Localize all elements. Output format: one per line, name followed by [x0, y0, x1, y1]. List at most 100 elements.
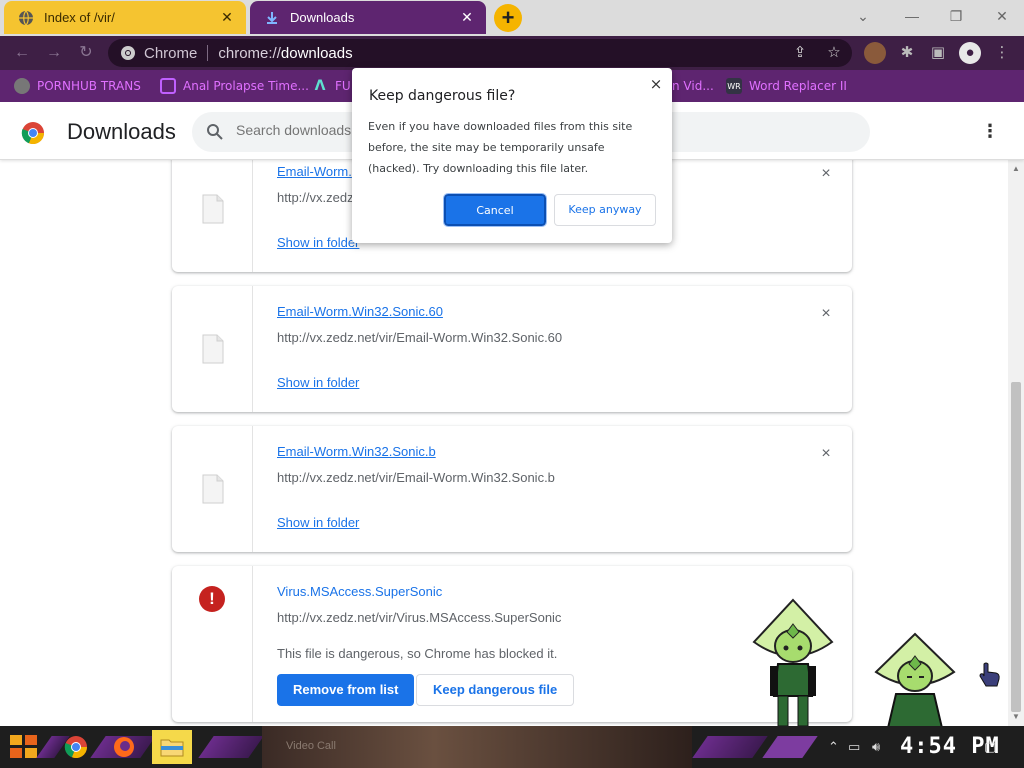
download-filename[interactable]: Email-Worm.Win32.Sonic.60 [277, 304, 443, 319]
profile-icon[interactable]: ● [959, 42, 981, 64]
globe-icon [18, 10, 34, 26]
download-url: http://vx.zedz.net/vir/Email-Worm.Win32.… [277, 470, 555, 485]
close-icon[interactable]: × [648, 75, 664, 93]
globe-icon [14, 78, 30, 94]
extension-avatar-icon[interactable] [864, 42, 886, 64]
bookmark-item[interactable]: n Vid... [672, 77, 714, 95]
more-options-icon[interactable]: ⋮ [979, 120, 1001, 142]
tab-downloads[interactable]: Downloads ✕ [250, 1, 486, 34]
bookmark-label: FU [335, 79, 351, 93]
download-url: http://vx.zedz.net/vir/Virus.MSAccess.Su… [277, 610, 562, 625]
extension-icon: WR [726, 78, 742, 94]
taskbar: Video Call ⌃ ▭ 🔊︎ 4:54 PM ▢ [0, 726, 1024, 768]
close-icon[interactable]: × [818, 166, 834, 182]
show-in-folder-link[interactable]: Show in folder [277, 375, 359, 390]
tab-strip: Index of /vir/ ✕ Downloads ✕ + ⌄ — ❐ ✕ [0, 0, 1024, 36]
keep-dangerous-file-button[interactable]: Keep dangerous file [416, 674, 575, 706]
bookmark-item[interactable]: Λ FU [312, 77, 351, 95]
chrome-logo-icon [21, 122, 45, 145]
chrome-icon [121, 46, 135, 60]
download-filename[interactable]: Email-Worm. [277, 164, 352, 179]
download-filename[interactable]: Email-Worm.Win32.Sonic.b [277, 444, 436, 459]
show-in-folder-link[interactable]: Show in folder [277, 235, 359, 250]
download-url: http://vx.zedz.net/vir/Email-Worm.Win32.… [277, 330, 563, 345]
dialog-title: Keep dangerous file? [369, 88, 516, 104]
bookmark-label: Word Replacer II [749, 79, 847, 93]
window-close-icon[interactable]: ✕ [990, 5, 1014, 27]
downloads-list: Email-Worm. http://vx.zedz Show in folde… [0, 160, 1008, 726]
download-filename: Virus.MSAccess.SuperSonic [277, 584, 443, 599]
danger-status-text: This file is dangerous, so Chrome has bl… [277, 646, 558, 661]
chevron-up-icon[interactable]: ⌃ [828, 739, 839, 755]
close-icon[interactable]: × [818, 306, 834, 322]
show-in-folder-link[interactable]: Show in folder [277, 515, 359, 530]
remove-from-list-button[interactable]: Remove from list [277, 674, 415, 706]
keep-anyway-button[interactable]: Keep anyway [554, 194, 656, 226]
dialog-body: Even if you have downloaded files from t… [368, 120, 633, 175]
taskbar-stripe [198, 736, 264, 758]
hand-cursor-icon [979, 662, 1000, 687]
bookmark-icon: Λ [314, 78, 326, 94]
download-url: http://vx.zedz [277, 190, 354, 205]
browser-toolbar: ← → ↻ Chrome chrome://downloads ⇪ ☆ ✱ ▣ … [0, 36, 1024, 70]
download-card: Email-Worm.Win32.Sonic.b http://vx.zedz.… [172, 426, 852, 552]
close-icon[interactable]: × [818, 446, 834, 462]
bookmark-label: n Vid... [672, 79, 714, 93]
cancel-button[interactable]: Cancel [443, 193, 547, 227]
menu-icon[interactable]: ⋮ [991, 42, 1013, 64]
bookmark-item[interactable]: PORNHUB TRANS [14, 77, 141, 95]
puzzle-icon[interactable]: ✱ [896, 42, 918, 64]
file-icon [202, 474, 224, 504]
download-icon [264, 10, 280, 26]
forward-icon[interactable]: → [42, 41, 66, 65]
search-icon [207, 124, 223, 140]
volume-icon[interactable]: 🔊︎ [872, 739, 880, 755]
taskbar-stripe [762, 736, 818, 758]
bookmark-item[interactable]: WR Word Replacer II [726, 77, 847, 95]
share-icon[interactable]: ⇪ [790, 43, 810, 63]
keep-dangerous-file-dialog: Keep dangerous file? × Even if you have … [352, 68, 672, 243]
back-icon[interactable]: ← [10, 41, 34, 65]
scroll-thumb[interactable] [1011, 382, 1021, 712]
star-icon[interactable]: ☆ [824, 43, 844, 63]
file-icon [202, 334, 224, 364]
card-icon-column [172, 286, 253, 412]
taskbar-stripe [692, 736, 768, 758]
restore-icon[interactable]: ❐ [944, 5, 968, 27]
address-bar[interactable]: Chrome chrome://downloads ⇪ ☆ [108, 39, 852, 67]
scroll-up-icon[interactable]: ▲ [1012, 164, 1020, 173]
omnibox-chip: Chrome [144, 44, 198, 62]
download-card: Email-Worm.Win32.Sonic.60 http://vx.zedz… [172, 286, 852, 412]
firefox-taskbar-icon[interactable] [104, 730, 144, 764]
chrome-taskbar-icon[interactable] [56, 730, 96, 764]
chevron-down-icon[interactable]: ⌄ [851, 5, 875, 27]
scrollbar[interactable]: ▲ ▼ [1008, 160, 1024, 726]
sidepanel-icon[interactable]: ▣ [927, 42, 949, 64]
bookmark-item[interactable]: Anal Prolapse Time... [160, 77, 309, 95]
notification-icon[interactable]: ▢ [984, 739, 996, 755]
network-icon[interactable]: ▭ [848, 739, 860, 755]
omnibox-url[interactable]: chrome://downloads [218, 45, 352, 62]
reload-icon[interactable]: ↻ [74, 41, 98, 65]
minimize-icon[interactable]: — [900, 5, 924, 27]
bookmark-icon [160, 78, 176, 94]
card-icon-column: ! [172, 566, 253, 722]
close-icon[interactable]: ✕ [218, 9, 236, 27]
scroll-down-icon[interactable]: ▼ [1012, 712, 1020, 721]
tab-title: Downloads [290, 10, 355, 25]
file-explorer-taskbar-icon[interactable] [152, 730, 192, 764]
close-icon[interactable]: ✕ [458, 9, 476, 27]
tab-index-of-vir[interactable]: Index of /vir/ ✕ [4, 1, 246, 34]
start-button-icon[interactable] [8, 733, 40, 761]
media-preview-text: Video Call [286, 740, 336, 752]
bookmark-label: PORNHUB TRANS [37, 79, 141, 93]
new-tab-button[interactable]: + [494, 4, 522, 32]
card-icon-column [172, 426, 253, 552]
card-icon-column [172, 160, 253, 272]
bookmark-label: Anal Prolapse Time... [183, 79, 309, 93]
warning-icon: ! [199, 586, 225, 612]
desktop-mascot-sitting[interactable] [872, 632, 958, 728]
file-icon [202, 194, 224, 224]
tab-title: Index of /vir/ [44, 10, 115, 25]
desktop-mascot-standing[interactable] [750, 598, 836, 728]
